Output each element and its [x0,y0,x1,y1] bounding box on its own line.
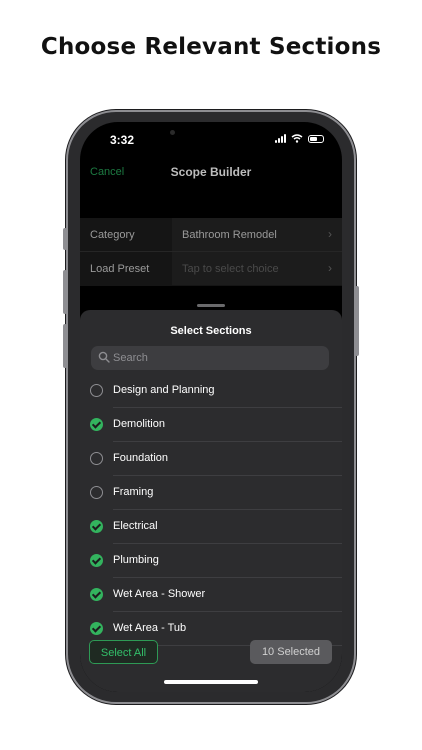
sheet-footer: Select All 10 Selected [80,628,342,678]
checkmark-circle-icon [90,418,103,431]
sheet-grabber[interactable] [197,304,225,307]
category-row[interactable]: Category Bathroom Remodel › [80,218,342,252]
phone-screen: 3:32 Cancel Scope Builder Category Bathr… [80,122,342,692]
sheet-title: Select Sections [170,325,252,337]
list-item-label: Plumbing [113,554,159,566]
load-preset-placeholder: Tap to select choice [182,263,279,275]
phone-frame: 3:32 Cancel Scope Builder Category Bathr… [63,110,359,704]
volume-up-button [63,270,67,314]
search-icon [98,351,110,363]
power-button [355,286,359,356]
selected-count-button[interactable]: 10 Selected [250,640,332,664]
chevron-right-icon: › [328,261,332,275]
wifi-icon [291,134,303,143]
load-preset-label: Load Preset [90,263,150,275]
list-item[interactable]: Electrical [80,510,342,544]
chevron-right-icon: › [328,227,332,241]
list-item[interactable]: Foundation [80,442,342,476]
list-item[interactable]: Framing [80,476,342,510]
list-item[interactable]: Plumbing [80,544,342,578]
unchecked-circle-icon [90,384,103,397]
list-item-label: Foundation [113,452,169,464]
list-item[interactable]: Wet Area - Shower [80,578,342,612]
unchecked-circle-icon [90,486,103,499]
checkmark-circle-icon [90,554,103,567]
nav-title: Scope Builder [170,165,252,179]
scope-form: Category Bathroom Remodel › Load Preset … [80,218,342,286]
list-item-label: Electrical [113,520,158,532]
search-input[interactable]: Search [91,346,329,370]
list-item[interactable]: Design and Planning [80,374,342,408]
list-item[interactable]: Demolition [80,408,342,442]
volume-down-button [63,324,67,368]
select-all-button[interactable]: Select All [89,640,158,664]
unchecked-circle-icon [90,452,103,465]
search-placeholder: Search [113,352,148,364]
home-indicator[interactable] [164,680,258,684]
load-preset-row[interactable]: Load Preset Tap to select choice › [80,252,342,286]
list-item-label: Design and Planning [113,384,215,396]
mute-switch [63,228,67,250]
camera-icon [170,130,175,135]
nav-bar: Cancel Scope Builder [80,158,342,188]
checkmark-circle-icon [90,520,103,533]
list-item-label: Wet Area - Shower [113,588,206,600]
page-headline: Choose Relevant Sections [40,34,382,60]
category-value: Bathroom Remodel [182,229,277,241]
battery-icon [308,134,324,143]
status-time: 3:32 [110,133,135,147]
checkmark-circle-icon [90,588,103,601]
list-item-label: Demolition [113,418,165,430]
signal-icon [275,134,286,143]
category-label: Category [90,229,135,241]
list-item-label: Framing [113,486,154,498]
select-sections-sheet: Select Sections Search Design and Planni… [80,304,342,692]
